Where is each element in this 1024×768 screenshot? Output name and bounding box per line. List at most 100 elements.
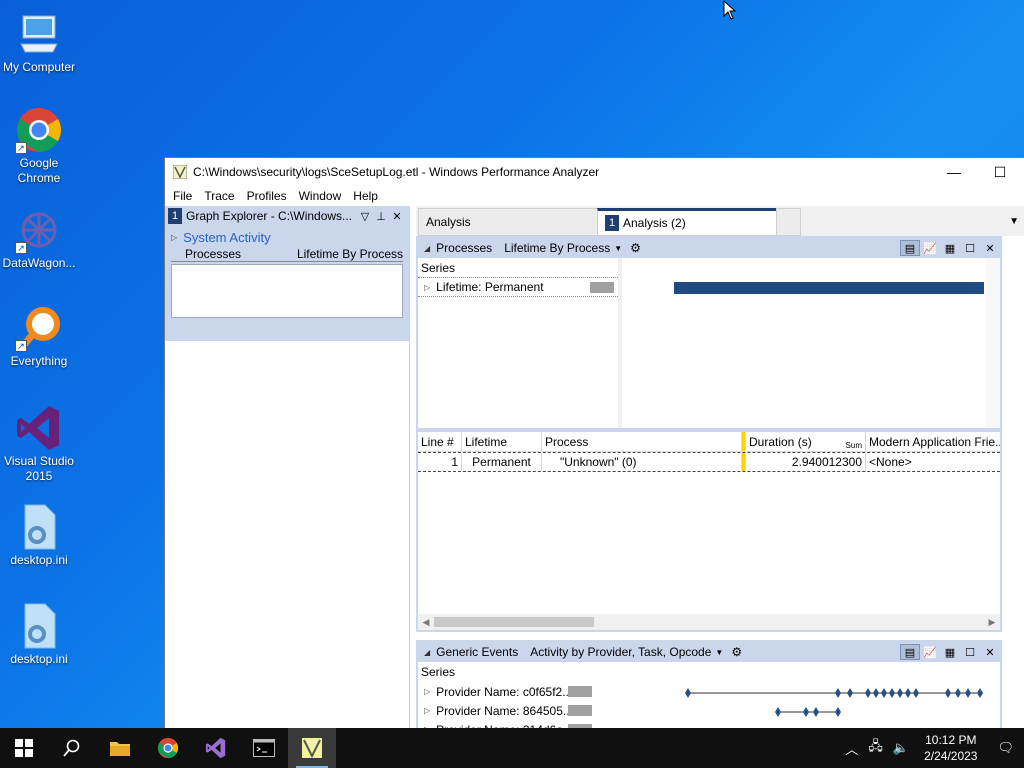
search-button[interactable] (48, 728, 96, 768)
series-item[interactable]: ▷ Lifetime: Permanent (418, 278, 618, 297)
volume-icon[interactable]: 🔈 (888, 740, 914, 756)
collapse-triangle-icon[interactable]: ◢ (424, 648, 430, 657)
graph-and-table-icon[interactable]: ▤ (900, 644, 920, 660)
menu-file[interactable]: File (167, 189, 198, 203)
series-item[interactable]: ▷ Provider Name: 864505... (418, 701, 596, 720)
tab-analysis-2[interactable]: 1 Analysis (2) (597, 208, 777, 236)
menu-profiles[interactable]: Profiles (241, 189, 293, 203)
preset-selector[interactable]: Lifetime By Process (504, 241, 610, 255)
pin-icon[interactable]: ⊥ (373, 210, 389, 223)
network-icon[interactable]: 🖧 (863, 737, 888, 759)
clock[interactable]: 10:12 PM 2/24/2023 (914, 732, 987, 764)
settings-icon[interactable]: ⚙ (731, 645, 742, 659)
graph-explorer-title: Graph Explorer - C:\Windows... (186, 209, 353, 223)
maximize-button[interactable]: ☐ (977, 158, 1023, 186)
series-color-swatch (568, 705, 592, 716)
desktop-icon-label: Everything (10, 354, 68, 368)
taskbar-file-explorer[interactable] (96, 728, 144, 768)
wpa-app-icon (172, 164, 188, 180)
series-label: Lifetime: Permanent (436, 280, 544, 294)
settings-icon[interactable]: ⚙ (630, 241, 641, 255)
series-color-swatch (568, 686, 592, 697)
graph-only-icon[interactable]: 📈 (920, 240, 940, 256)
desktop-icon-desktop-ini-1[interactable]: desktop.ini (0, 503, 78, 568)
close-icon[interactable]: ✕ (980, 644, 1000, 660)
taskbar-visual-studio[interactable] (192, 728, 240, 768)
graph-only-icon[interactable]: 📈 (920, 644, 940, 660)
expand-triangle-icon[interactable]: ▷ (424, 706, 430, 715)
table-row[interactable]: 1 Permanent "Unknown" (0) 2.940012300 <N… (418, 452, 1000, 472)
maximize-icon[interactable]: ☐ (960, 644, 980, 660)
start-button[interactable] (0, 728, 48, 768)
pane-number-badge: 1 (168, 208, 182, 224)
chevron-down-icon[interactable]: ▼ (715, 648, 723, 657)
events-graph-area[interactable] (618, 662, 988, 738)
chevron-up-icon[interactable]: ︿ (840, 739, 863, 758)
view-toolbar: ▤ 📈 ▦ ☐ ✕ (900, 240, 1000, 256)
table-only-icon[interactable]: ▦ (940, 644, 960, 660)
table-horizontal-scrollbar[interactable]: ◀ ▶ (418, 614, 1000, 630)
computer-icon (15, 10, 63, 58)
processes-graph-area[interactable] (622, 258, 988, 428)
series-item[interactable]: ▷ Provider Name: c0f65f2... (418, 682, 596, 701)
taskbar-chrome[interactable] (144, 728, 192, 768)
tab-analysis[interactable]: Analysis (418, 208, 598, 236)
tab-analysis-label: Analysis (426, 215, 471, 229)
desktop-icon-my-computer[interactable]: My Computer (0, 10, 78, 75)
taskbar-command-prompt[interactable] (240, 728, 288, 768)
scrollbar-thumb[interactable] (434, 617, 594, 627)
minimize-button[interactable]: — (931, 158, 977, 186)
close-icon[interactable]: ✕ (980, 240, 1000, 256)
chevron-down-icon[interactable]: ▼ (614, 244, 622, 253)
column-duration-label: Duration (s) (749, 434, 812, 449)
graph-vertical-scrollbar[interactable] (986, 258, 1000, 428)
system-activity-node[interactable]: ▷ System Activity (171, 230, 403, 245)
desktop-icon-google-chrome[interactable]: ↗ Google Chrome (0, 106, 78, 186)
notification-icon[interactable]: 🗨 (987, 740, 1024, 756)
table-only-icon[interactable]: ▦ (940, 240, 960, 256)
terminal-icon (253, 739, 275, 757)
expand-triangle-icon[interactable]: ▷ (171, 233, 177, 242)
scroll-left-icon[interactable]: ◀ (418, 617, 434, 628)
column-lifetime[interactable]: Lifetime (462, 432, 542, 451)
column-modern-application[interactable]: Modern Application Frie... (866, 432, 1000, 451)
graph-thumbnail[interactable] (171, 264, 403, 318)
tab-new[interactable] (776, 208, 801, 236)
menu-window[interactable]: Window (293, 189, 348, 203)
processes-table: Line # Lifetime Process Duration (s) Sum… (418, 432, 1000, 472)
desktop-icon-datawagon[interactable]: ↗ DataWagon... (0, 206, 78, 271)
tabs-dropdown-icon[interactable]: ▼ (1009, 216, 1019, 227)
magnifier-icon: ↗ (15, 304, 63, 352)
series-legend: Series ▷ Lifetime: Permanent (418, 258, 618, 297)
system-activity-label: System Activity (183, 230, 271, 245)
collapse-triangle-icon[interactable]: ◢ (424, 244, 430, 253)
series-header: Series (418, 258, 618, 278)
scroll-right-icon[interactable]: ▶ (984, 617, 1000, 628)
menu-trace[interactable]: Trace (198, 189, 240, 203)
maximize-icon[interactable]: ☐ (960, 240, 980, 256)
chevron-down-icon[interactable]: ▽ (357, 210, 373, 223)
expand-triangle-icon[interactable]: ▷ (424, 687, 430, 696)
window-title: C:\Windows\security\logs\SceSetupLog.etl… (193, 165, 600, 179)
close-icon[interactable]: ✕ (389, 210, 405, 223)
graph-explorer-header[interactable]: 1 Graph Explorer - C:\Windows... ▽ ⊥ ✕ (165, 206, 409, 226)
column-line-number[interactable]: Line # (418, 432, 462, 451)
desktop-icon-desktop-ini-2[interactable]: desktop.ini (0, 602, 78, 667)
desktop-icon-label: Google Chrome (17, 156, 61, 185)
taskbar-wpa[interactable] (288, 728, 336, 768)
wpa-window: C:\Windows\security\logs\SceSetupLog.etl… (164, 157, 1024, 740)
desktop-icon-everything[interactable]: ↗ Everything (0, 304, 78, 369)
desktop-icon-visual-studio[interactable]: Visual Studio 2015 (0, 404, 78, 484)
column-duration[interactable]: Duration (s) Sum (746, 432, 866, 451)
title-bar[interactable]: C:\Windows\security\logs\SceSetupLog.etl… (165, 158, 1024, 186)
graph-and-table-icon[interactable]: ▤ (900, 240, 920, 256)
menu-help[interactable]: Help (347, 189, 384, 203)
column-process[interactable]: Process (542, 432, 742, 451)
shortcut-arrow-icon: ↗ (15, 340, 27, 352)
series-label: Provider Name: 864505... (436, 703, 568, 718)
preset-selector[interactable]: Activity by Provider, Task, Opcode (530, 645, 711, 659)
visual-studio-icon (15, 404, 63, 452)
expand-triangle-icon[interactable]: ▷ (424, 283, 430, 292)
system-tray: ︿ 🖧 🔈 10:12 PM 2/24/2023 🗨 (840, 728, 1024, 768)
lifetime-bar (674, 282, 984, 294)
